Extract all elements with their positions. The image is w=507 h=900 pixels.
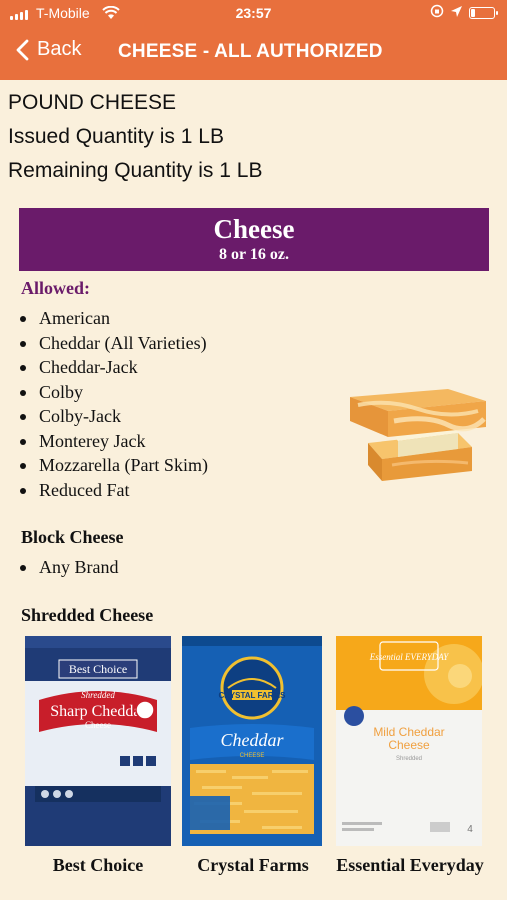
- svg-text:Shredded: Shredded: [396, 756, 422, 762]
- status-bar: T-Mobile 23:57: [0, 4, 507, 24]
- list-item: Mozzarella (Part Skim): [18, 453, 208, 478]
- benefit-info: POUND CHEESE Issued Quantity is 1 LB Rem…: [8, 86, 262, 188]
- banner-title: Cheese: [213, 214, 295, 244]
- svg-text:Best Choice: Best Choice: [69, 662, 127, 676]
- list-item: Monterey Jack: [18, 429, 208, 454]
- list-item: Colby: [18, 380, 208, 405]
- back-button[interactable]: Back: [16, 38, 81, 61]
- product-label-essential-everyday: Essential Everyday: [336, 855, 484, 875]
- battery-icon: [469, 6, 498, 19]
- list-item: Reduced Fat: [18, 478, 208, 503]
- app-header: T-Mobile 23:57 Back CHEESE - ALL AUTHORI…: [0, 0, 507, 80]
- issued-quantity: Issued Quantity is 1 LB: [8, 125, 224, 148]
- product-image-essential-everyday: Essential EVERYDAY Mild Cheddar Cheese S…: [336, 636, 482, 846]
- svg-text:Cheddar: Cheddar: [221, 730, 285, 750]
- block-cheese-heading: Block Cheese: [21, 527, 124, 547]
- svg-text:Cheese: Cheese: [388, 738, 430, 752]
- cheese-block-image: [350, 389, 486, 481]
- list-item: Colby-Jack: [18, 404, 208, 429]
- remaining-quantity: Remaining Quantity is 1 LB: [8, 159, 263, 182]
- list-item: Cheddar (All Varieties): [18, 331, 208, 356]
- svg-text:Shredded: Shredded: [81, 690, 115, 700]
- banner-subtitle: 8 or 16 oz.: [219, 246, 289, 263]
- svg-text:CRYSTAL FARMS: CRYSTAL FARMS: [219, 691, 287, 700]
- allowed-list: American Cheddar (All Varieties) Cheddar…: [18, 306, 208, 502]
- svg-text:4: 4: [467, 824, 473, 835]
- orientation-lock-icon: [430, 4, 444, 21]
- list-item: Cheddar-Jack: [18, 355, 208, 380]
- svg-text:Essential EVERYDAY: Essential EVERYDAY: [369, 652, 450, 662]
- svg-text:Sharp Cheddar: Sharp Cheddar: [50, 703, 146, 720]
- page-title: CHEESE - ALL AUTHORIZED: [118, 41, 383, 62]
- shredded-cheese-heading: Shredded Cheese: [21, 605, 154, 625]
- svg-text:Mild Cheddar: Mild Cheddar: [373, 725, 444, 739]
- svg-text:CHEESE: CHEESE: [240, 753, 265, 759]
- location-icon: [450, 5, 463, 21]
- food-category: POUND CHEESE: [8, 91, 177, 114]
- list-item: American: [18, 306, 208, 331]
- svg-text:Cheese: Cheese: [85, 720, 111, 730]
- product-label-best-choice: Best Choice: [52, 855, 144, 875]
- chevron-left-icon: [16, 39, 29, 60]
- nav-bar: Back CHEESE - ALL AUTHORIZED: [0, 36, 507, 70]
- product-label-crystal-farms: Crystal Farms: [197, 855, 309, 875]
- product-image-crystal-farms: CRYSTAL FARMS Cheddar CHEESE: [182, 636, 322, 846]
- allowed-heading: Allowed:: [21, 278, 90, 298]
- product-image-best-choice: Best Choice Shredded Sharp Cheddar Chees…: [25, 636, 171, 846]
- list-item: Any Brand: [18, 555, 119, 580]
- category-banner: Cheese 8 or 16 oz.: [19, 208, 489, 271]
- block-cheese-list: Any Brand: [18, 555, 119, 580]
- back-label: Back: [37, 38, 82, 60]
